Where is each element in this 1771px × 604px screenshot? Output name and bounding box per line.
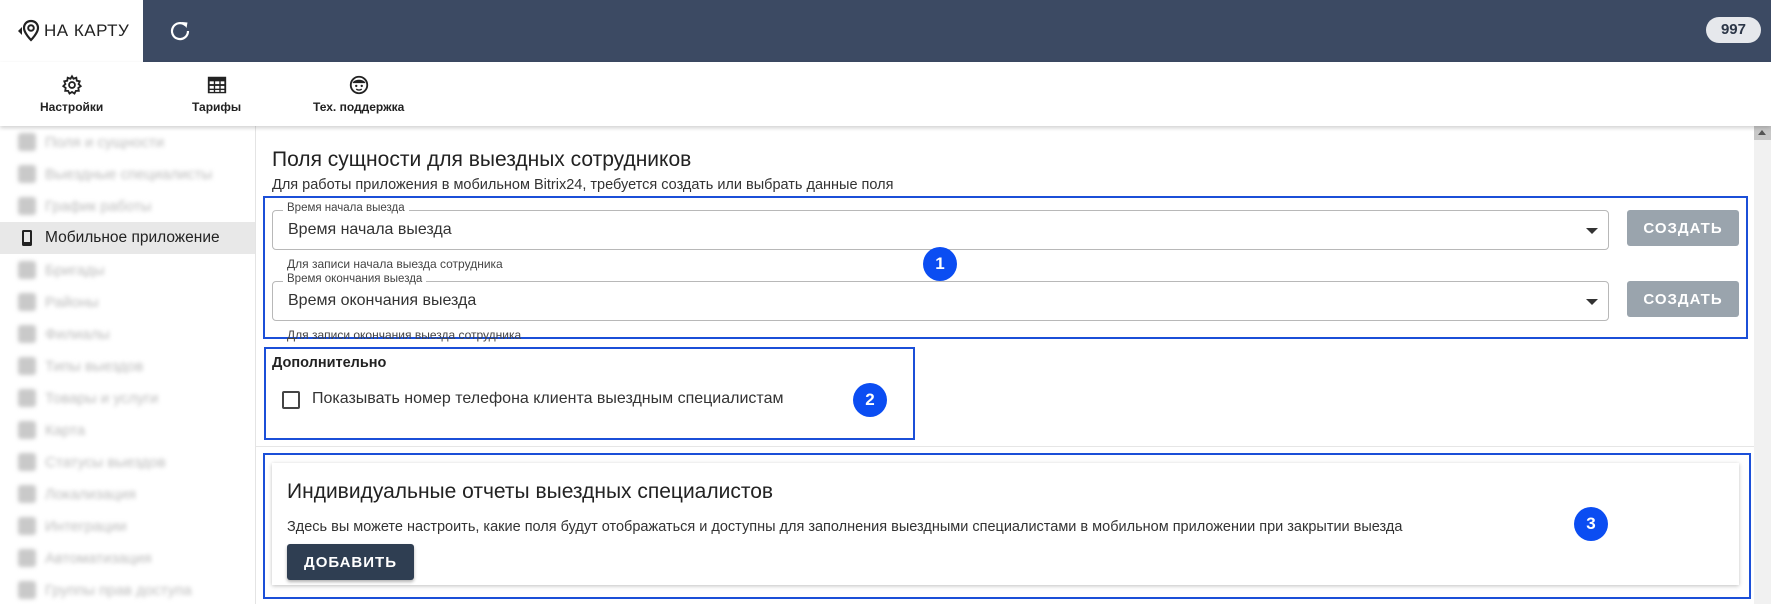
sidebar-item-products[interactable]: Товары и услуги <box>0 382 255 414</box>
counter-badge[interactable]: 997 <box>1705 17 1761 43</box>
sidebar-item-icon <box>18 389 36 407</box>
page-subtitle: Для работы приложения в мобильном Bitrix… <box>272 177 894 193</box>
sidebar-item-icon <box>18 133 36 151</box>
sidebar-item-access-groups[interactable]: Группы прав доступа <box>0 574 255 604</box>
caret-down-icon <box>1586 299 1598 305</box>
sidebar-item-label: Выездные специалисты <box>45 165 213 183</box>
top-bar: НА КАРТУ 997 <box>0 0 1771 62</box>
map-pin-icon <box>18 19 40 42</box>
show-phone-label[interactable]: Показывать номер телефона клиента выездн… <box>312 390 783 408</box>
sidebar-item-map[interactable]: Карта <box>0 414 255 446</box>
sidebar-item-icon <box>18 549 36 567</box>
sidebar-item-fields[interactable]: Поля и сущности <box>0 126 255 158</box>
additional-heading: Дополнительно <box>272 355 387 371</box>
sidebar-item-icon <box>18 261 36 279</box>
start-time-value: Время начала выезда <box>288 221 452 238</box>
toolbar-item-label: Тарифы <box>192 100 242 114</box>
create-start-field-button[interactable]: СОЗДАТЬ <box>1627 210 1739 246</box>
sidebar-item-label: Статусы выездов <box>45 453 166 471</box>
sidebar-item-icon <box>18 325 36 343</box>
sidebar-item-localization[interactable]: Локализация <box>0 478 255 510</box>
sidebar-item-label: Группы прав доступа <box>45 581 192 599</box>
sidebar-item-visit-types[interactable]: Типы выездов <box>0 350 255 382</box>
toolbar-item-tariffs[interactable]: Тарифы <box>192 74 241 114</box>
sidebar-item-label: Районы <box>45 293 99 311</box>
sidebar-item-branches[interactable]: Филиалы <box>0 318 255 350</box>
toolbar-item-label: Настройки <box>40 100 104 114</box>
scrollbar-track[interactable] <box>1754 140 1771 604</box>
start-time-helper: Для записи начала выезда сотрудника <box>287 257 503 271</box>
start-time-legend: Время начала выезда <box>283 202 409 214</box>
page-title: Поля сущности для выездных сотрудников <box>272 148 692 171</box>
sidebar-item-schedule[interactable]: График работы <box>0 190 255 222</box>
sidebar-item-icon <box>18 293 36 311</box>
sidebar-item-automation[interactable]: Автоматизация <box>0 542 255 574</box>
sidebar-item-mobile-app[interactable]: Мобильное приложение <box>0 222 255 254</box>
end-time-helper: Для записи окончания выезда сотрудника <box>287 328 522 342</box>
sidebar: Поля и сущности Выездные специалисты Гра… <box>0 126 255 604</box>
sidebar-item-specialists[interactable]: Выездные специалисты <box>0 158 255 190</box>
sidebar-item-label: Автоматизация <box>45 549 152 567</box>
main-content: Поля сущности для выездных сотрудников Д… <box>256 126 1754 604</box>
refresh-icon[interactable] <box>168 19 192 43</box>
sidebar-item-brigades[interactable]: Бригады <box>0 254 255 286</box>
sidebar-item-districts[interactable]: Районы <box>0 286 255 318</box>
sidebar-item-label: Филиалы <box>45 325 110 343</box>
annotation-badge-1: 1 <box>923 247 957 281</box>
sidebar-item-label: Карта <box>45 421 86 439</box>
sidebar-item-label: Бригады <box>45 261 105 279</box>
reports-title: Индивидуальные отчеты выездных специалис… <box>287 480 774 503</box>
sidebar-item-icon <box>18 421 36 439</box>
caret-down-icon <box>1586 228 1598 234</box>
scroll-up-icon[interactable] <box>1758 130 1766 135</box>
sidebar-item-icon <box>18 485 36 503</box>
sidebar-item-icon <box>18 581 36 599</box>
toolbar-item-support[interactable]: Тех. поддержка <box>313 74 404 114</box>
show-phone-checkbox[interactable] <box>282 391 300 409</box>
sidebar-item-label: График работы <box>45 197 152 215</box>
toolbar-item-label: Тех. поддержка <box>313 100 405 114</box>
sidebar-item-label: Поля и сущности <box>45 133 165 151</box>
sidebar-item-label: Мобильное приложение <box>45 229 220 246</box>
end-time-legend: Время окончания выезда <box>283 273 427 285</box>
sidebar-item-icon <box>18 453 36 471</box>
start-time-select[interactable]: Время начала выезда Время начала выезда <box>272 202 1609 250</box>
annotation-badge-3: 3 <box>1574 507 1608 541</box>
logo-tab[interactable]: НА КАРТУ <box>0 0 143 62</box>
sidebar-item-statuses[interactable]: Статусы выездов <box>0 446 255 478</box>
sidebar-item-icon <box>18 517 36 535</box>
create-end-field-button[interactable]: СОЗДАТЬ <box>1627 281 1739 317</box>
toolbar-item-settings[interactable]: Настройки <box>40 74 103 114</box>
end-time-select[interactable]: Время окончания выезда Время окончания в… <box>272 273 1609 321</box>
toolbar: Настройки Тарифы Тех. поддержка <box>0 62 1771 126</box>
sidebar-item-icon <box>18 165 36 183</box>
table-icon <box>207 76 226 94</box>
sidebar-item-label: Товары и услуги <box>45 389 159 407</box>
gear-icon <box>61 74 82 95</box>
vertical-scrollbar[interactable] <box>1754 126 1771 604</box>
sidebar-item-icon <box>18 197 36 215</box>
sidebar-item-label: Локализация <box>45 485 136 503</box>
reports-description: Здесь вы можете настроить, какие поля бу… <box>287 519 1403 535</box>
annotation-badge-2: 2 <box>853 383 887 417</box>
end-time-value: Время окончания выезда <box>288 292 477 309</box>
support-icon <box>349 75 368 95</box>
sidebar-item-label: Интеграции <box>45 517 127 535</box>
logo-text: НА КАРТУ <box>44 21 130 40</box>
sidebar-item-icon <box>18 357 36 375</box>
add-report-button[interactable]: ДОБАВИТЬ <box>287 544 414 580</box>
sidebar-item-label: Типы выездов <box>45 357 144 375</box>
reports-card: Индивидуальные отчеты выездных специалис… <box>272 463 1739 585</box>
sidebar-item-integrations[interactable]: Интеграции <box>0 510 255 542</box>
smartphone-icon <box>18 229 36 247</box>
section-divider <box>256 446 1754 447</box>
